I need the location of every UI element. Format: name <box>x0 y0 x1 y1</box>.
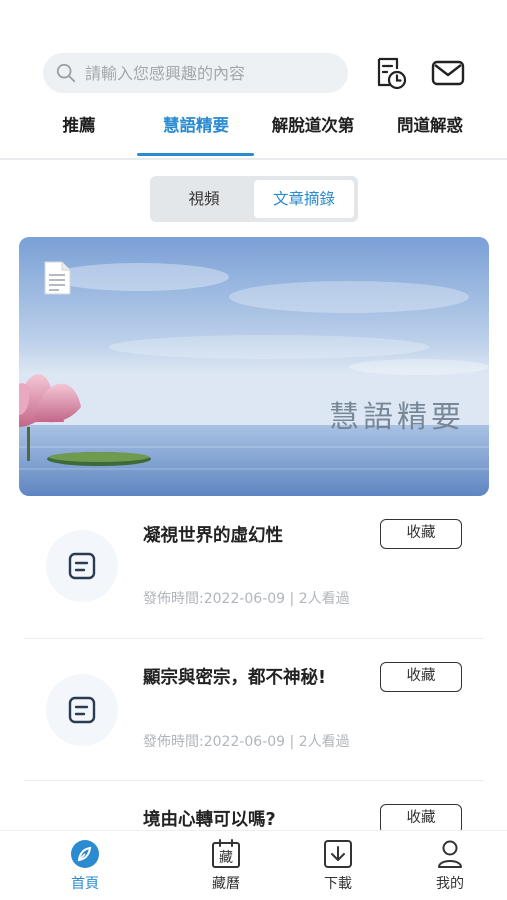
tab-recommend[interactable]: 推薦 <box>42 108 116 158</box>
article-icon-badge <box>46 674 118 746</box>
list-divider <box>24 638 484 639</box>
nav-label: 藏曆 <box>212 876 240 892</box>
list-item[interactable]: 境由心轉可以嗎? 收藏 <box>0 784 507 830</box>
nav-label: 首頁 <box>71 876 99 892</box>
tabs-divider <box>0 158 507 160</box>
nav-download[interactable]: 下載 <box>308 839 368 893</box>
document-icon <box>44 261 71 295</box>
search-icon <box>56 63 76 83</box>
calendar-icon: 藏 <box>212 839 240 868</box>
nav-home[interactable]: 首頁 <box>55 839 115 893</box>
compass-icon <box>71 840 99 868</box>
tab-questions[interactable]: 問道解惑 <box>384 108 476 158</box>
list-divider <box>24 780 484 781</box>
mail-icon[interactable] <box>430 55 466 91</box>
calendar-glyph: 藏 <box>219 850 233 866</box>
profile-icon <box>438 840 462 868</box>
list-item[interactable]: 顯宗與密宗，都不神秘! 發佈時間:2022-06-09 | 2人看過 收藏 <box>0 642 507 784</box>
bottom-navigation: 首頁 藏 藏曆 下載 我的 <box>0 830 507 900</box>
segment-video[interactable]: 視頻 <box>154 180 254 218</box>
nav-profile[interactable]: 我的 <box>420 839 480 893</box>
article-icon-badge <box>46 530 118 602</box>
favorite-button[interactable]: 收藏 <box>380 519 462 549</box>
history-icon[interactable] <box>372 55 408 91</box>
nav-label: 我的 <box>436 876 464 892</box>
favorite-button[interactable]: 收藏 <box>380 662 462 692</box>
article-meta: 發佈時間:2022-06-09 | 2人看過 <box>143 734 350 750</box>
article-icon <box>68 552 96 580</box>
segment-article[interactable]: 文章摘錄 <box>254 180 354 218</box>
download-icon <box>324 840 352 868</box>
list-item[interactable]: 凝視世界的虛幻性 發佈時間:2022-06-09 | 2人看過 收藏 <box>0 500 507 642</box>
tab-wisdom-essentials[interactable]: 慧語精要 <box>150 108 242 158</box>
article-title[interactable]: 顯宗與密宗，都不神秘! <box>143 664 326 689</box>
search-bar[interactable] <box>43 53 348 93</box>
nav-calendar[interactable]: 藏 藏曆 <box>196 839 256 893</box>
favorite-button[interactable]: 收藏 <box>380 804 462 830</box>
search-input[interactable] <box>85 63 325 83</box>
nav-label: 下載 <box>324 876 352 892</box>
banner-title: 慧語精要 <box>329 400 465 435</box>
active-tab-indicator <box>137 153 254 156</box>
banner-image <box>19 237 489 496</box>
article-icon <box>68 696 96 724</box>
category-tabs: 推薦 慧語精要 解脫道次第 問道解惑 <box>0 108 507 158</box>
content-type-switch: 視頻 文章摘錄 <box>150 176 358 222</box>
banner[interactable]: 慧語精要 <box>19 237 489 496</box>
article-title[interactable]: 境由心轉可以嗎? <box>143 806 276 830</box>
tab-liberation-path[interactable]: 解脫道次第 <box>262 108 364 158</box>
article-title[interactable]: 凝視世界的虛幻性 <box>143 522 283 547</box>
article-meta: 發佈時間:2022-06-09 | 2人看過 <box>143 591 350 607</box>
